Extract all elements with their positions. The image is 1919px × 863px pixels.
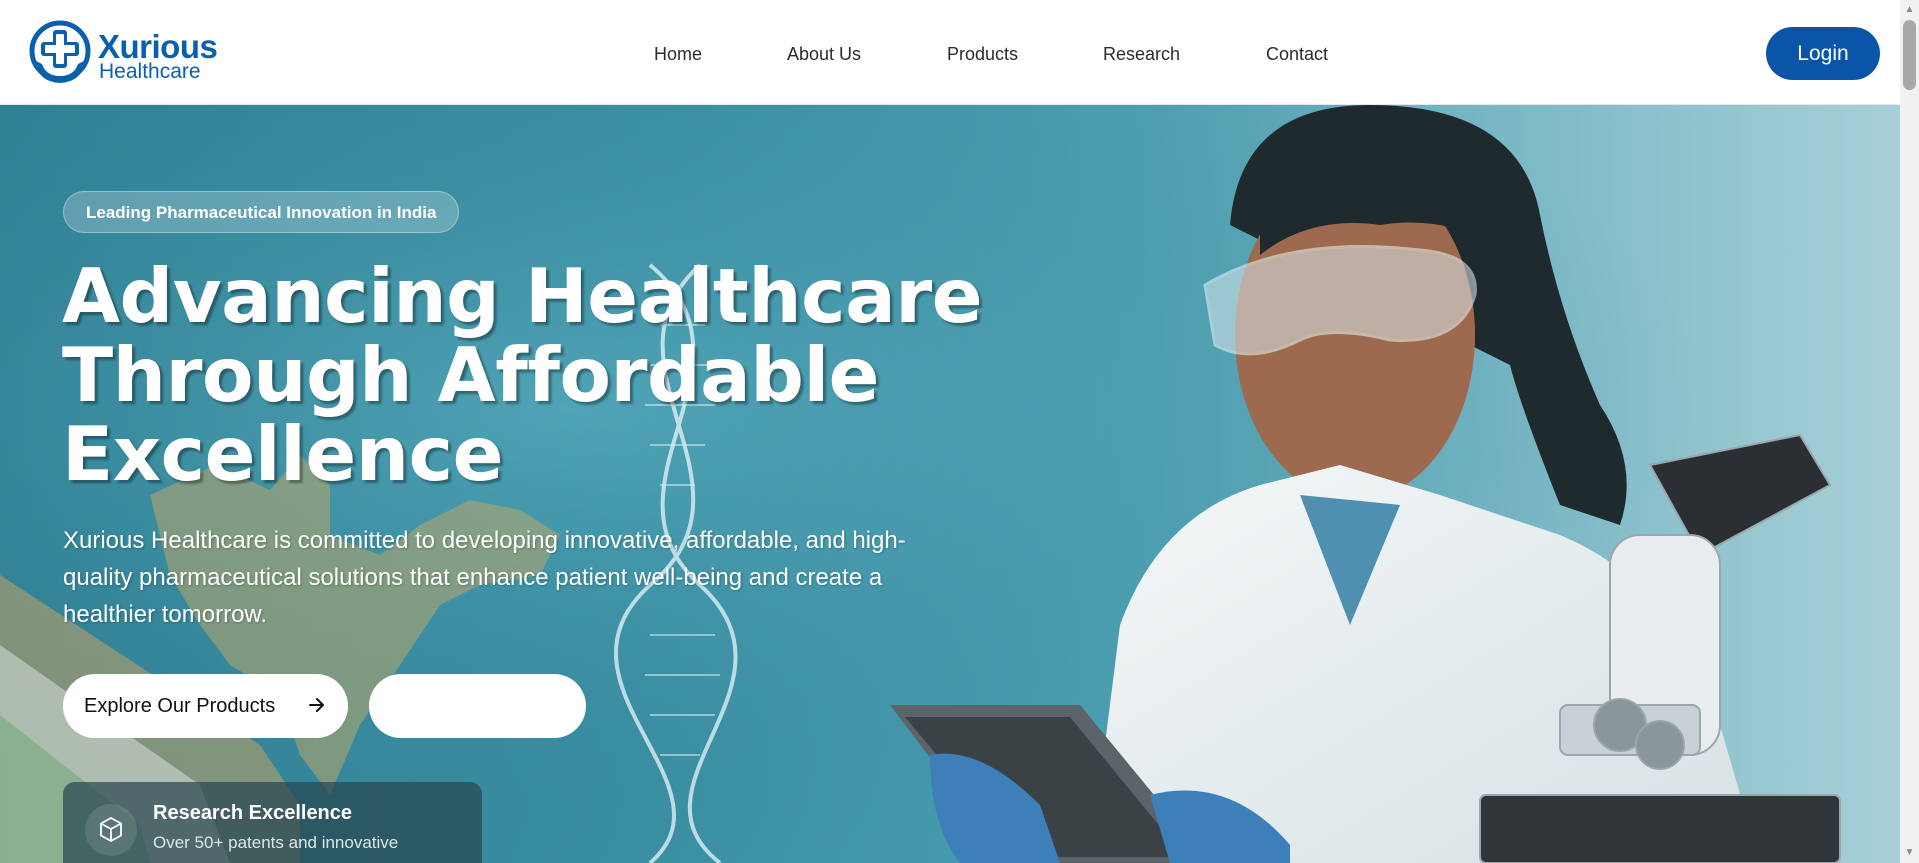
explore-products-button[interactable]: Explore Our Products <box>63 674 348 738</box>
explore-products-label: Explore Our Products <box>84 694 276 717</box>
page-scrollbar[interactable]: ▲ ▼ <box>1900 0 1919 863</box>
hero-title: Advancing Healthcare Through Affordable … <box>62 257 1022 494</box>
scroll-up-arrow-icon[interactable]: ▲ <box>1900 2 1919 18</box>
feature-description: Over 50+ patents and innovative <box>153 833 399 852</box>
nav-home[interactable]: Home <box>654 40 702 68</box>
hero-title-line-1: Advancing Healthcare <box>62 252 983 340</box>
hero-badge: Leading Pharmaceutical Innovation in Ind… <box>63 191 460 233</box>
cube-icon <box>100 817 122 842</box>
logo[interactable]: Xurious Healthcare <box>28 20 228 88</box>
hero-description: Xurious Healthcare is committed to devel… <box>63 527 906 628</box>
scroll-thumb[interactable] <box>1903 20 1916 90</box>
hero-title-line-2: Through Affordable <box>62 331 880 419</box>
medical-cross-hands-icon <box>29 20 91 83</box>
arrow-right-icon <box>309 698 324 712</box>
nav-products[interactable]: Products <box>947 40 1018 68</box>
nav-contact[interactable]: Contact <box>1266 40 1328 68</box>
login-button[interactable]: Login <box>1766 27 1880 80</box>
secondary-button[interactable] <box>369 674 586 738</box>
feature-card-research: Research Excellence Over 50+ patents and… <box>63 782 482 863</box>
nav-about-us[interactable]: About Us <box>787 40 861 68</box>
feature-icon-container <box>85 804 137 856</box>
hero-title-line-3: Excellence <box>62 410 503 498</box>
nav-research[interactable]: Research <box>1103 40 1180 68</box>
scroll-down-arrow-icon[interactable]: ▼ <box>1900 845 1919 861</box>
brand-subtitle: Healthcare <box>99 60 201 83</box>
feature-title: Research Excellence <box>153 802 353 824</box>
site-header: Xurious Healthcare Home About Us Product… <box>0 0 1900 105</box>
hero-section: Leading Pharmaceutical Innovation in Ind… <box>0 105 1900 863</box>
